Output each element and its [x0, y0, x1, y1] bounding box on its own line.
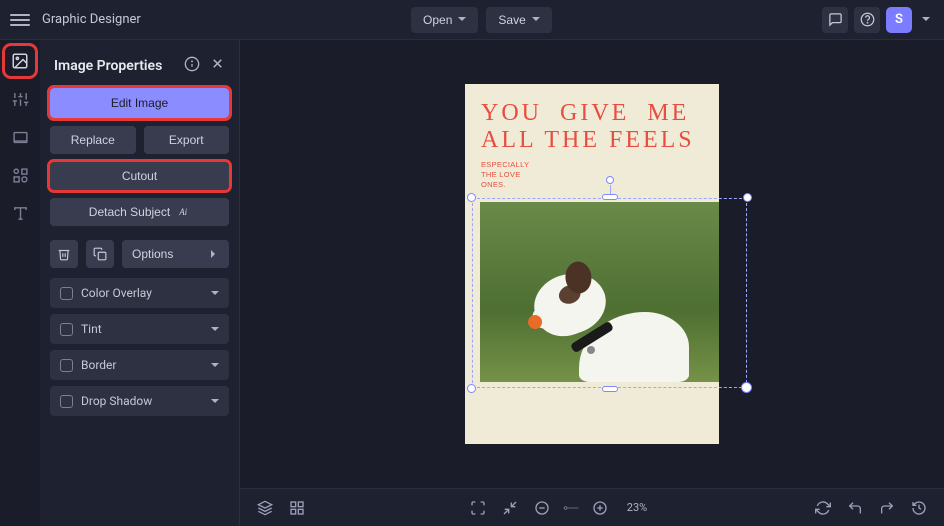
detach-subject-label: Detach Subject — [89, 205, 170, 219]
chevron-down-icon — [458, 17, 466, 25]
rotate-handle[interactable] — [606, 176, 614, 184]
zoom-slider[interactable] — [563, 497, 579, 519]
fit-screen-icon[interactable] — [467, 497, 489, 519]
adjust-tool-icon[interactable] — [7, 86, 33, 112]
sync-icon[interactable] — [812, 497, 834, 519]
resize-handle-bottom[interactable] — [602, 386, 618, 392]
open-button[interactable]: Open — [411, 7, 478, 33]
bottombar: 23% — [240, 488, 944, 526]
text-tool-icon[interactable] — [7, 200, 33, 226]
poster-subline[interactable]: ESPECIALLY THE LOVE ONES. — [481, 160, 703, 190]
replace-button[interactable]: Replace — [50, 126, 136, 154]
chevron-down-icon — [922, 17, 930, 25]
panel-header: Image Properties — [50, 50, 229, 88]
chevron-down-icon — [532, 17, 540, 25]
menu-button[interactable] — [10, 10, 30, 30]
comment-icon[interactable] — [822, 7, 848, 33]
undo-icon[interactable] — [844, 497, 866, 519]
canvas[interactable]: YOU GIVE ME ALL THE FEELS ESPECIALLY THE… — [240, 40, 944, 488]
cutout-button[interactable]: Cutout — [50, 162, 229, 190]
grid-icon[interactable] — [286, 497, 308, 519]
save-button-label: Save — [498, 13, 525, 27]
detach-subject-button[interactable]: Detach Subject Ai — [50, 198, 229, 226]
dog-illustration — [539, 247, 689, 382]
actual-size-icon[interactable] — [499, 497, 521, 519]
resize-handle-bl[interactable] — [467, 384, 476, 393]
layers-icon[interactable] — [254, 497, 276, 519]
history-icon[interactable] — [908, 497, 930, 519]
options-label: Options — [132, 247, 173, 261]
poster-image[interactable] — [480, 202, 719, 382]
tint-label: Tint — [81, 322, 102, 336]
resize-handle-br[interactable] — [741, 382, 752, 393]
app-title: Graphic Designer — [42, 12, 141, 27]
poster-artboard[interactable]: YOU GIVE ME ALL THE FEELS ESPECIALLY THE… — [465, 84, 719, 444]
delete-button[interactable] — [50, 240, 78, 268]
options-button[interactable]: Options — [122, 240, 229, 268]
drop-shadow-section[interactable]: Drop Shadow — [50, 386, 229, 416]
duplicate-button[interactable] — [86, 240, 114, 268]
help-icon[interactable] — [854, 7, 880, 33]
info-icon[interactable] — [184, 56, 200, 76]
avatar[interactable]: S — [886, 7, 912, 33]
color-overlay-label: Color Overlay — [81, 286, 152, 300]
tint-section[interactable]: Tint — [50, 314, 229, 344]
chevron-down-icon — [211, 363, 219, 371]
close-icon[interactable] — [210, 56, 225, 76]
zoom-out-icon[interactable] — [531, 497, 553, 519]
save-button[interactable]: Save — [486, 7, 551, 33]
chevron-down-icon — [211, 399, 219, 407]
chevron-down-icon — [211, 327, 219, 335]
image-tool-icon[interactable] — [7, 48, 33, 74]
avatar-menu[interactable] — [918, 7, 934, 33]
resize-handle-tl[interactable] — [467, 193, 476, 202]
topbar: Graphic Designer Open Save S — [0, 0, 944, 40]
zoom-in-icon[interactable] — [589, 497, 611, 519]
edit-image-button[interactable]: Edit Image — [50, 88, 229, 118]
resize-handle-tr[interactable] — [743, 193, 752, 202]
properties-panel: Image Properties Edit Image Replace Expo… — [40, 40, 240, 526]
border-section[interactable]: Border — [50, 350, 229, 380]
resize-handle-top[interactable] — [602, 194, 618, 200]
components-tool-icon[interactable] — [7, 162, 33, 188]
drop-shadow-label: Drop Shadow — [81, 394, 152, 408]
drop-shadow-checkbox[interactable] — [60, 395, 73, 408]
chevron-down-icon — [211, 291, 219, 299]
border-checkbox[interactable] — [60, 359, 73, 372]
open-button-label: Open — [423, 13, 452, 27]
redo-icon[interactable] — [876, 497, 898, 519]
ai-badge: Ai — [176, 206, 190, 218]
poster-headline[interactable]: YOU GIVE ME ALL THE FEELS — [481, 100, 703, 154]
color-overlay-section[interactable]: Color Overlay — [50, 278, 229, 308]
color-overlay-checkbox[interactable] — [60, 287, 73, 300]
chevron-right-icon — [211, 250, 219, 258]
panel-title: Image Properties — [54, 58, 162, 74]
tint-checkbox[interactable] — [60, 323, 73, 336]
export-button[interactable]: Export — [144, 126, 230, 154]
left-rail — [0, 40, 40, 526]
border-label: Border — [81, 358, 116, 372]
zoom-level[interactable]: 23% — [621, 501, 653, 514]
selected-image-frame[interactable] — [472, 198, 747, 388]
layout-tool-icon[interactable] — [7, 124, 33, 150]
